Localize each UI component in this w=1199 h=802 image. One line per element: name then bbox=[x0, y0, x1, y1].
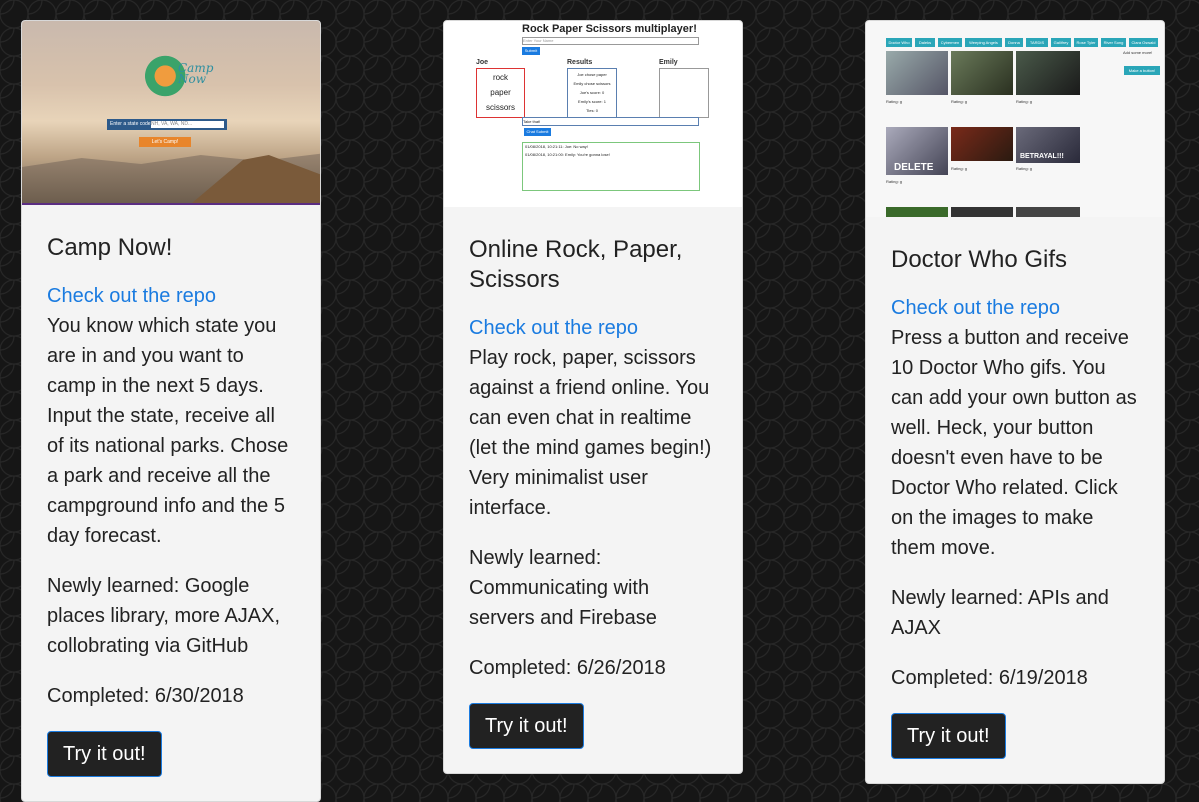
card-body: Doctor Who Gifs Check out the repo Press… bbox=[866, 217, 1164, 783]
completed-date: Completed: 6/19/2018 bbox=[891, 667, 1088, 689]
results-panel: Joe chose paper Emily chose scissors Joe… bbox=[567, 68, 617, 118]
rating-label: Rating: g bbox=[951, 99, 968, 104]
project-description: You know which state you are in and you … bbox=[47, 315, 289, 547]
try-it-out-button[interactable]: Try it out! bbox=[469, 703, 584, 749]
gif-thumbnail: DELETE bbox=[886, 127, 948, 175]
newly-learned: Newly learned: APIs and AJAX bbox=[891, 587, 1109, 639]
submit-button: Submit bbox=[522, 47, 540, 55]
rating-label: Rating: g bbox=[886, 99, 903, 104]
doctor-who-screenshot: Doctor Who Daleks Cybermen Weeping Angel… bbox=[866, 21, 1164, 217]
name-input: Enter Your Name bbox=[522, 37, 699, 45]
choice-paper: paper bbox=[490, 88, 511, 97]
newly-learned: Newly learned: Google places library, mo… bbox=[47, 575, 281, 657]
state-code-form: Enter a state code: NH, VA, WA, ND... bbox=[107, 119, 227, 130]
rps-screenshot: Rock Paper Scissors multiplayer! Enter Y… bbox=[444, 21, 742, 207]
topic-tag: Doctor Who bbox=[886, 38, 912, 47]
gif-thumbnail bbox=[1016, 51, 1080, 95]
rating-label: Rating: g bbox=[1016, 166, 1033, 171]
state-code-input: NH, VA, WA, ND... bbox=[151, 121, 224, 128]
topic-tag: Rose Tyler bbox=[1074, 38, 1098, 47]
topic-tag: Clara Oswald bbox=[1129, 38, 1158, 47]
chat-log: 01/08/2018, 10:21:11: Joe: No way! 01/08… bbox=[522, 142, 700, 191]
card-body: Camp Now! Check out the repo You know wh… bbox=[22, 205, 320, 801]
topic-tag: TARDIS bbox=[1026, 38, 1048, 47]
completed-date: Completed: 6/30/2018 bbox=[47, 685, 244, 707]
gif-thumbnail bbox=[951, 127, 1013, 161]
rating-label: Rating: g bbox=[1016, 99, 1033, 104]
try-it-out-button[interactable]: Try it out! bbox=[891, 713, 1006, 759]
player1-label: Joe bbox=[476, 59, 489, 66]
project-title: Camp Now! bbox=[47, 234, 173, 261]
rps-heading: Rock Paper Scissors multiplayer! bbox=[522, 23, 697, 35]
topic-tag: Daleks bbox=[915, 38, 935, 47]
repo-link[interactable]: Check out the repo bbox=[47, 281, 295, 311]
player1-choices: rock paper scissors bbox=[476, 68, 525, 118]
gif-thumbnail bbox=[951, 207, 1013, 217]
lets-camp-button: Let's Camp! bbox=[139, 137, 191, 147]
project-card-doctor-who-gifs: Doctor Who Daleks Cybermen Weeping Angel… bbox=[865, 20, 1165, 784]
topic-tag: Donna bbox=[1005, 38, 1023, 47]
gif-thumbnail bbox=[951, 51, 1013, 95]
repo-link[interactable]: Check out the repo bbox=[469, 313, 717, 343]
make-button: Make a button! bbox=[1124, 66, 1160, 75]
camp-now-screenshot: Camp Now Enter a state code: NH, VA, WA,… bbox=[22, 21, 320, 205]
completed-date: Completed: 6/26/2018 bbox=[469, 657, 666, 679]
rating-label: Rating: g bbox=[886, 179, 903, 184]
project-description: Play rock, paper, scissors against a fri… bbox=[469, 347, 712, 519]
repo-link[interactable]: Check out the repo bbox=[891, 293, 1139, 323]
gif-thumbnail: BETRAYAL!!! bbox=[1016, 127, 1080, 163]
chat-submit-button: Chat Submit bbox=[524, 128, 551, 136]
player2-choices bbox=[659, 68, 709, 118]
player2-label: Emily bbox=[659, 59, 678, 66]
topic-tag: River Song bbox=[1101, 38, 1126, 47]
try-it-out-button[interactable]: Try it out! bbox=[47, 731, 162, 777]
card-body: Online Rock, Paper, Scissors Check out t… bbox=[444, 207, 742, 773]
gif-thumbnail bbox=[886, 51, 948, 95]
results-label: Results bbox=[567, 59, 593, 66]
chat-input: Take that! bbox=[522, 117, 699, 126]
topic-tag: Weeping Angels bbox=[965, 38, 1002, 47]
project-title: Doctor Who Gifs bbox=[891, 246, 1068, 273]
topic-tag: Cybermen bbox=[938, 38, 962, 47]
project-card-rock-paper-scissors: Rock Paper Scissors multiplayer! Enter Y… bbox=[443, 20, 743, 774]
add-label: Add some more! bbox=[1123, 50, 1153, 55]
gif-thumbnail bbox=[886, 207, 948, 217]
choice-rock: rock bbox=[492, 73, 509, 82]
project-title: Online Rock, Paper, Scissors bbox=[469, 236, 683, 293]
choice-scissors: scissors bbox=[486, 103, 515, 112]
newly-learned: Newly learned: Communicating with server… bbox=[469, 547, 657, 629]
gif-thumbnail bbox=[1016, 207, 1080, 217]
project-card-camp-now: Camp Now Enter a state code: NH, VA, WA,… bbox=[21, 20, 321, 802]
rating-label: Rating: g bbox=[951, 166, 968, 171]
project-description: Press a button and receive 10 Doctor Who… bbox=[891, 327, 1137, 559]
topic-tag: Gallifrey bbox=[1051, 38, 1071, 47]
camp-now-logo-text: Camp Now bbox=[178, 61, 214, 86]
